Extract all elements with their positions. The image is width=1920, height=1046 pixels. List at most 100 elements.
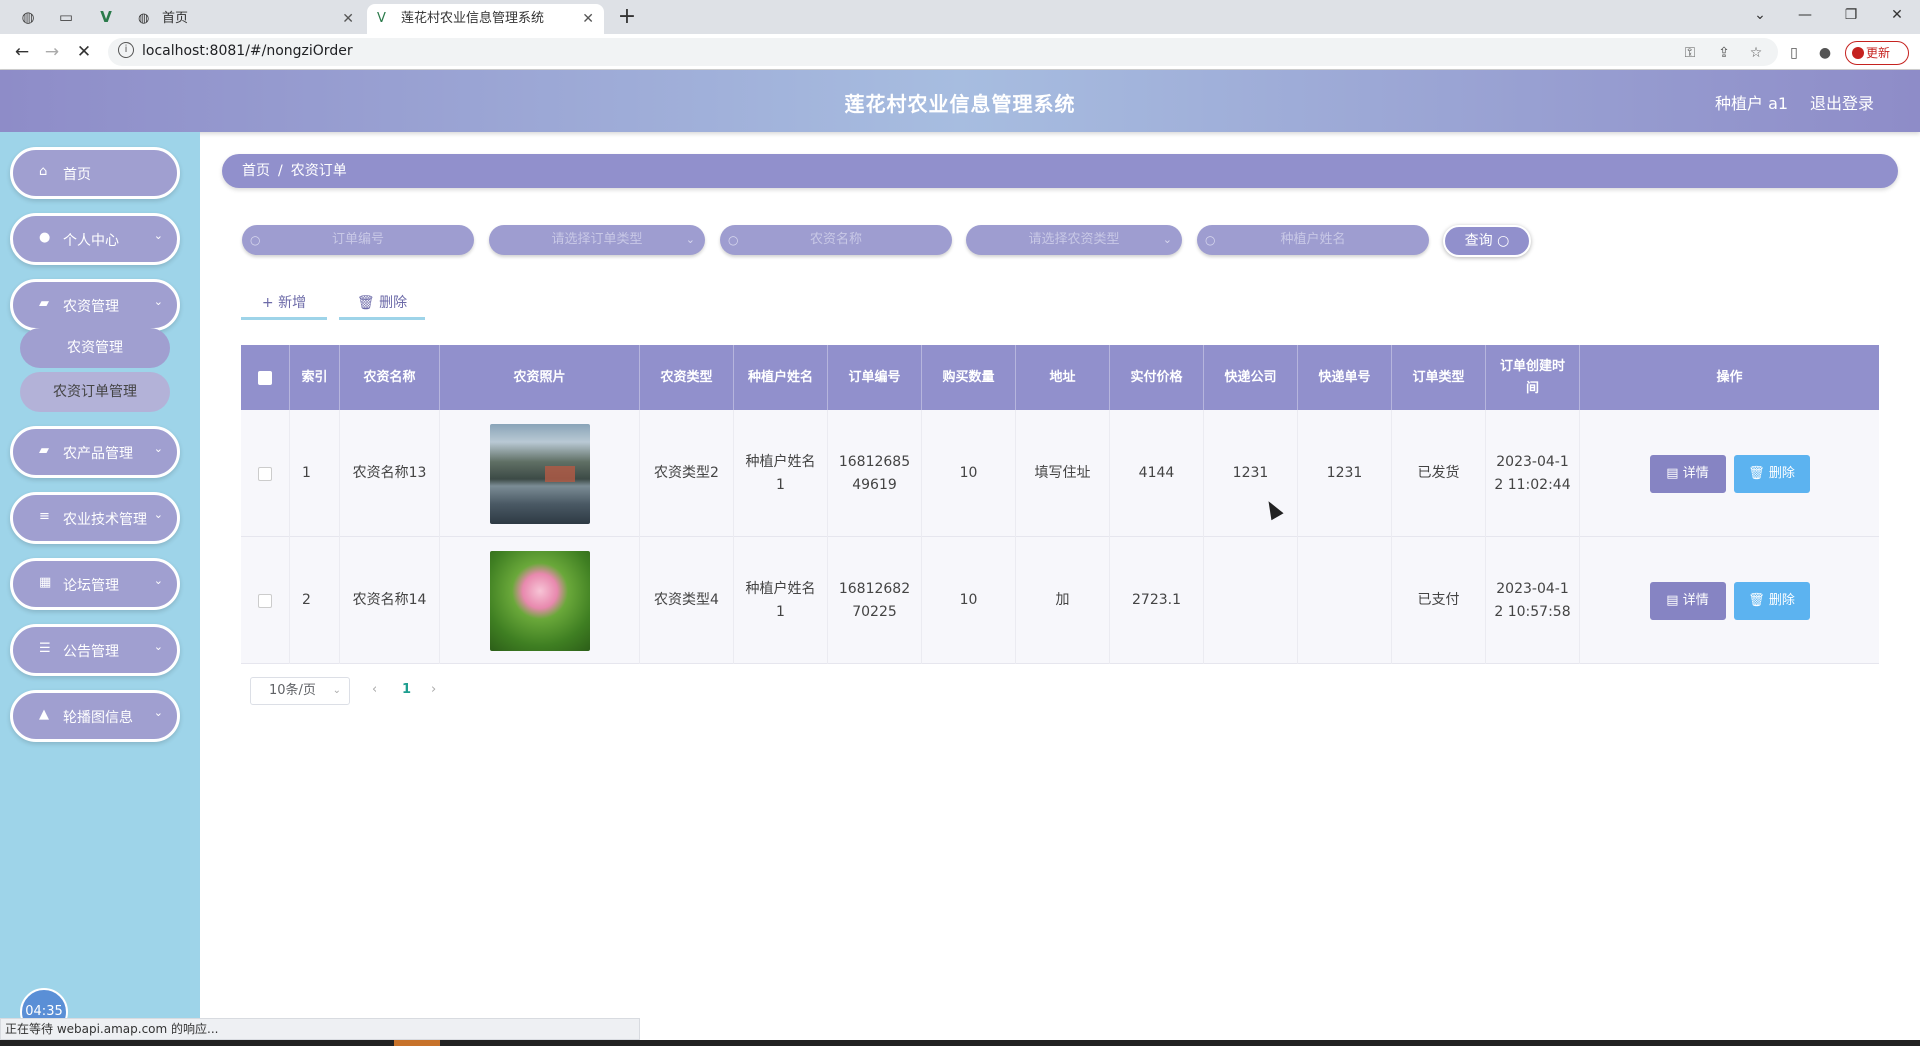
new-tab-button[interactable]: + [614, 4, 640, 30]
cell-created: 2023-04-12 10:57:58 [1486, 537, 1580, 664]
sidebar-item-notice[interactable]: ☰ 公告管理 ⌄ [10, 624, 180, 676]
trash-icon: 🗑 [1748, 592, 1769, 608]
close-icon[interactable]: ✕ [342, 4, 354, 34]
browser-tab-home[interactable]: ◍ 首页 ✕ [128, 4, 364, 34]
delete-button[interactable]: 🗑 删除 [1733, 454, 1810, 493]
side-panel-icon[interactable]: ▯ [1784, 43, 1804, 63]
chevron-down-icon: ⌄ [153, 295, 163, 308]
key-icon[interactable]: ⚿ [1680, 43, 1700, 63]
detail-button[interactable]: ▤ 详情 [1649, 454, 1726, 493]
row-checkbox[interactable] [258, 593, 272, 608]
info-icon[interactable]: i [118, 42, 134, 58]
select-all-checkbox[interactable] [258, 370, 272, 385]
search-icon: ○ [1497, 233, 1510, 249]
add-button[interactable]: + 新增 [241, 290, 327, 320]
product-image[interactable] [489, 550, 590, 651]
farmer-name-input[interactable]: ○ 种植户姓名 [1197, 225, 1429, 255]
car-icon: ▰ [39, 443, 49, 458]
share-icon[interactable]: ⇪ [1714, 43, 1734, 63]
sidebar-item-forum[interactable]: ▦ 论坛管理 ⌄ [10, 558, 180, 610]
cell-image [440, 537, 640, 664]
forward-button[interactable]: → [40, 40, 64, 64]
chevron-down-icon: ⌄ [153, 640, 163, 653]
cell-price: 2723.1 [1110, 537, 1204, 664]
grid-icon: ▦ [39, 575, 52, 590]
column-header: 农资照片 [440, 345, 640, 410]
cell-tracking: 1231 [1298, 410, 1392, 537]
cell-tracking [1298, 537, 1392, 664]
order-no-input[interactable]: ○ 订单编号 [242, 225, 474, 255]
column-header: 地址 [1016, 345, 1110, 410]
column-header: 订单编号 [828, 345, 922, 410]
cell-order-no: 1681268270225 [828, 537, 922, 664]
trash-icon: 🗑 [356, 295, 375, 311]
cell-order-type: 已发货 [1392, 410, 1486, 537]
close-icon[interactable]: ✕ [582, 4, 594, 34]
chevron-down-icon: ⌄ [153, 706, 163, 719]
next-page-button[interactable]: › [431, 677, 436, 703]
blank-tab-icon[interactable]: ▭ [56, 7, 76, 27]
cell-name: 农资名称13 [340, 410, 440, 537]
restore-button[interactable]: ❐ [1828, 0, 1874, 30]
back-button[interactable]: ← [10, 40, 34, 64]
delete-button[interactable]: 🗑 删除 [1733, 581, 1810, 620]
query-button[interactable]: 查询 ○ [1443, 225, 1531, 257]
product-image[interactable] [489, 423, 590, 524]
sidebar-item-nongzi[interactable]: ▰ 农资管理 ⌄ [10, 279, 180, 331]
breadcrumb-current: 农资订单 [290, 163, 347, 179]
nongzi-type-select[interactable]: 请选择农资类型 ⌄ [966, 225, 1182, 255]
search-icon: ○ [1205, 233, 1216, 247]
sidebar-item-home[interactable]: ⌂ 首页 [10, 147, 180, 199]
sidebar-subitem-nongzi-order[interactable]: 农资订单管理 [20, 372, 170, 412]
sidebar-subitem-nongzi[interactable]: 农资管理 [20, 328, 170, 368]
column-header: 索引 [290, 345, 340, 410]
page-number[interactable]: 1 [402, 677, 411, 703]
table-header: 索引 农资名称 农资照片 农资类型 种植户姓名 订单编号 购买数量 地址 实付价… [241, 345, 1879, 410]
sidebar-item-tech[interactable]: ≡ 农业技术管理 ⌄ [10, 492, 180, 544]
breadcrumb-home[interactable]: 首页 [242, 163, 270, 179]
home-icon: ⌂ [39, 164, 48, 179]
window-close-button[interactable]: ✕ [1874, 0, 1920, 30]
cell-image [440, 410, 640, 537]
column-header: 实付价格 [1110, 345, 1204, 410]
address-bar[interactable]: i localhost:8081/#/nongziOrder [108, 38, 1778, 66]
tab-search-icon[interactable]: ⌄ [1737, 0, 1783, 30]
profile-icon[interactable]: ● [1815, 43, 1835, 63]
prev-page-button[interactable]: ‹ [372, 677, 377, 703]
row-checkbox[interactable] [258, 466, 272, 481]
update-button[interactable]: 更新 [1845, 41, 1909, 65]
batch-delete-button[interactable]: 🗑 删除 [339, 290, 425, 320]
cell-address: 填写住址 [1016, 410, 1110, 537]
page-size-select[interactable]: 10条/页 ⌄ [250, 677, 350, 705]
chat-icon: ▰ [39, 296, 49, 311]
order-type-select[interactable]: 请选择订单类型 ⌄ [489, 225, 705, 255]
browser-tab-active[interactable]: V 莲花村农业信息管理系统 ✕ [367, 4, 604, 34]
detail-button[interactable]: ▤ 详情 [1649, 581, 1726, 620]
cell-qty: 10 [922, 537, 1016, 664]
column-header: 操作 [1716, 369, 1743, 385]
table-row: 1 农资名称13 农资类型2 种植户姓名1 1681268549619 10 填… [241, 410, 1879, 537]
logout-button[interactable]: 退出登录 [1810, 90, 1874, 114]
sidebar-item-profile[interactable]: ● 个人中心 ⌄ [10, 213, 180, 265]
trash-icon: 🗑 [1748, 465, 1769, 481]
sidebar-item-products[interactable]: ▰ 农产品管理 ⌄ [10, 426, 180, 478]
star-icon[interactable]: ☆ [1746, 43, 1766, 63]
cell-order-no: 1681268549619 [828, 410, 922, 537]
nongzi-name-input[interactable]: ○ 农资名称 [720, 225, 952, 255]
cell-created: 2023-04-12 11:02:44 [1486, 410, 1580, 537]
search-icon: ○ [250, 233, 261, 247]
browser-toolbar: ← → ✕ i localhost:8081/#/nongziOrder ⚿ ⇪… [0, 34, 1920, 70]
column-header: 农资类型 [640, 345, 734, 410]
cell-type: 农资类型2 [640, 410, 734, 537]
cell-index: 1 [290, 410, 340, 537]
chevron-down-icon: ⌄ [153, 574, 163, 587]
vue-icon[interactable]: V [96, 7, 116, 27]
stop-loading-icon[interactable]: ✕ [72, 40, 96, 64]
cell-courier [1204, 537, 1298, 664]
cell-qty: 10 [922, 410, 1016, 537]
extension-icon[interactable]: ◍ [18, 7, 38, 27]
chevron-down-icon: ⌄ [1162, 233, 1172, 246]
sidebar-item-carousel[interactable]: ▲ 轮播图信息 ⌄ [10, 690, 180, 742]
column-header: 订单类型 [1392, 345, 1486, 410]
minimize-button[interactable]: — [1782, 0, 1828, 30]
